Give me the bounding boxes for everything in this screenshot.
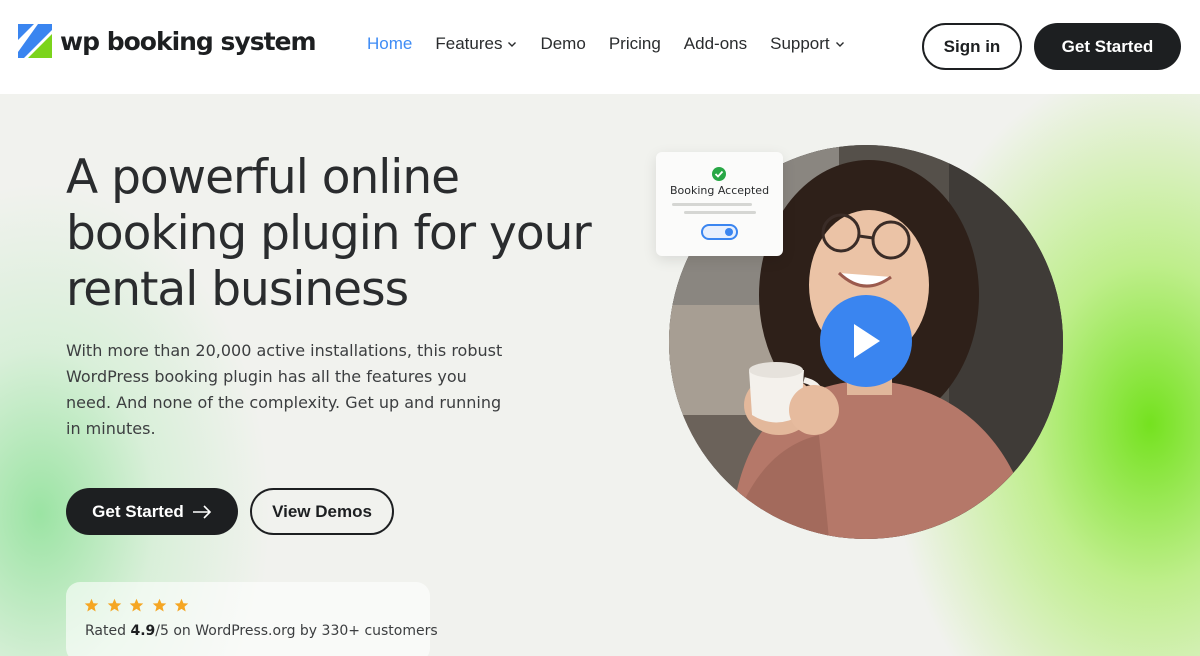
- rating-prefix: Rated: [85, 623, 126, 639]
- nav-item-label: Pricing: [608, 34, 661, 53]
- play-icon: [854, 324, 880, 358]
- nav-item-home[interactable]: Home: [367, 34, 412, 54]
- nav-item-label: Features: [435, 34, 503, 53]
- hero-subtext: With more than 20,000 active installatio…: [66, 341, 503, 438]
- rating-card: Rated 4.9/5 on WordPress.org by 330+ cus…: [66, 582, 438, 656]
- play-video-button[interactable]: [820, 295, 912, 387]
- nav-item-label: Support: [770, 34, 830, 53]
- sign-in-button[interactable]: Sign in: [922, 23, 1022, 70]
- rating-stars: [84, 598, 197, 613]
- nav-item-demo[interactable]: Demo: [540, 34, 585, 54]
- chevron-down-icon: [508, 42, 517, 47]
- rating-score: 4.9: [130, 623, 156, 639]
- site-header: wp booking system Home Features Demo Pri…: [0, 0, 1200, 94]
- logo-mark-icon: [18, 24, 52, 58]
- star-icon: [84, 598, 99, 612]
- nav-item-label: Home: [367, 34, 413, 53]
- nav-item-add-ons[interactable]: Add-ons: [684, 34, 747, 54]
- nav-item-support[interactable]: Support: [770, 34, 845, 54]
- star-icon: [174, 598, 189, 612]
- rating-text: Rated 4.9/5 on WordPress.org by 330+ cus…: [85, 623, 438, 639]
- hero-headline: A powerful online booking plugin for you…: [66, 150, 592, 317]
- view-demos-button[interactable]: View Demos: [250, 488, 394, 535]
- star-icon: [107, 598, 121, 612]
- chevron-down-icon: [835, 42, 844, 47]
- nav-item-label: Add-ons: [683, 34, 748, 53]
- booking-status-label: Booking Accepted: [669, 184, 770, 197]
- brand-logo[interactable]: wp booking system: [18, 24, 317, 58]
- placeholder-line: [672, 203, 752, 206]
- arrow-right-icon: [192, 504, 211, 519]
- hero-section: A powerful online booking plugin for you…: [0, 94, 1200, 656]
- placeholder-line: [684, 211, 756, 214]
- star-icon: [129, 598, 144, 612]
- brand-name: wp booking system: [60, 26, 317, 56]
- main-nav: Home Features Demo Pricing Add-ons Suppo…: [367, 34, 868, 54]
- nav-item-features[interactable]: Features: [435, 34, 517, 54]
- hero-get-started-button[interactable]: Get Started: [66, 488, 238, 535]
- header-get-started-button[interactable]: Get Started: [1034, 23, 1181, 70]
- nav-item-pricing[interactable]: Pricing: [609, 34, 661, 54]
- nav-item-label: Demo: [540, 34, 586, 53]
- booking-accepted-card: Booking Accepted: [656, 152, 783, 256]
- hero-get-started-label: Get Started: [92, 501, 184, 521]
- rating-suffix: /5 on WordPress.org by 330+ customers: [155, 623, 438, 639]
- checkmark-circle-icon: [712, 167, 726, 181]
- toggle-on-icon: [701, 224, 738, 240]
- star-icon: [152, 598, 166, 612]
